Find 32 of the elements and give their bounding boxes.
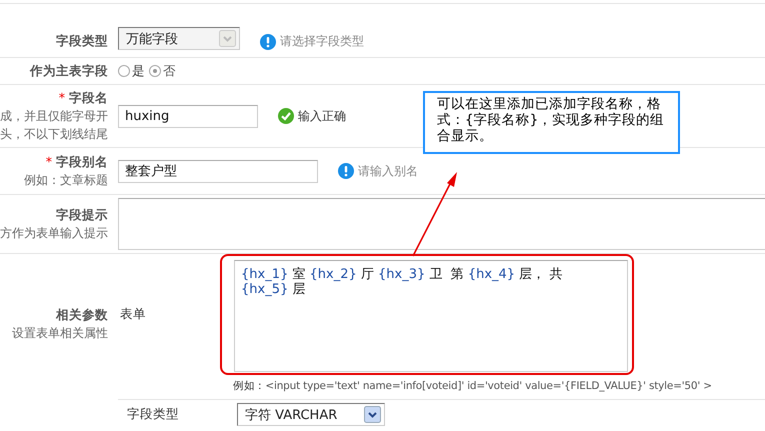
- field-label: 作为主表字段: [30, 62, 108, 80]
- field-note: 例如：文章标题: [24, 172, 108, 189]
- text-input[interactable]: 整套户型: [118, 160, 318, 182]
- text-input[interactable]: huxing: [118, 104, 258, 128]
- hint-text: 输入正确: [298, 108, 346, 124]
- field-note: 方作为表单输入提示: [0, 225, 108, 242]
- field-label: 字段提示: [56, 206, 108, 224]
- radio-option[interactable]: 是: [118, 62, 145, 80]
- hint-text: 请输入别名: [358, 162, 418, 180]
- radio-option[interactable]: 否: [149, 62, 176, 80]
- field-label: 相关参数: [56, 306, 108, 324]
- field-label: * 字段别名: [46, 153, 108, 171]
- field-label: * 字段名: [58, 89, 108, 107]
- form-textarea[interactable]: {hx_1} 室 {hx_2} 厅 {hx_3} 卫 第 {hx_4} 层， 共 {hx_5} 层: [234, 260, 628, 372]
- field-note: 头，不以下划线结尾: [0, 126, 108, 143]
- info-icon: [260, 34, 276, 50]
- form-label: 表单: [119, 306, 147, 323]
- caret-icon: [364, 406, 381, 423]
- field-note: 成，并且仅能字母开: [0, 108, 108, 125]
- caret-icon: [219, 30, 236, 47]
- field-note: 设置表单相关属性: [12, 325, 108, 342]
- field-label: 字段类型: [56, 32, 108, 50]
- radio-button[interactable]: [149, 65, 161, 77]
- info-icon: [338, 163, 354, 179]
- annotation-callout: 可以在这里添加已添加字段名称，格式：{字段名称}，实现多种字段的组合显示。: [423, 91, 680, 154]
- example-text: 例如：<input type='text' name='info[voteid]' id='voteid' value='{FIELD_VALUE}' style='50' >: [233, 379, 713, 393]
- hint-textarea[interactable]: [118, 198, 765, 250]
- type-select[interactable]: 字符 VARCHAR: [237, 403, 385, 426]
- hint-text: 请选择字段类型: [280, 33, 364, 50]
- radio-button[interactable]: [118, 65, 130, 77]
- check-icon: [278, 108, 294, 124]
- form-label: 字段类型: [126, 406, 180, 423]
